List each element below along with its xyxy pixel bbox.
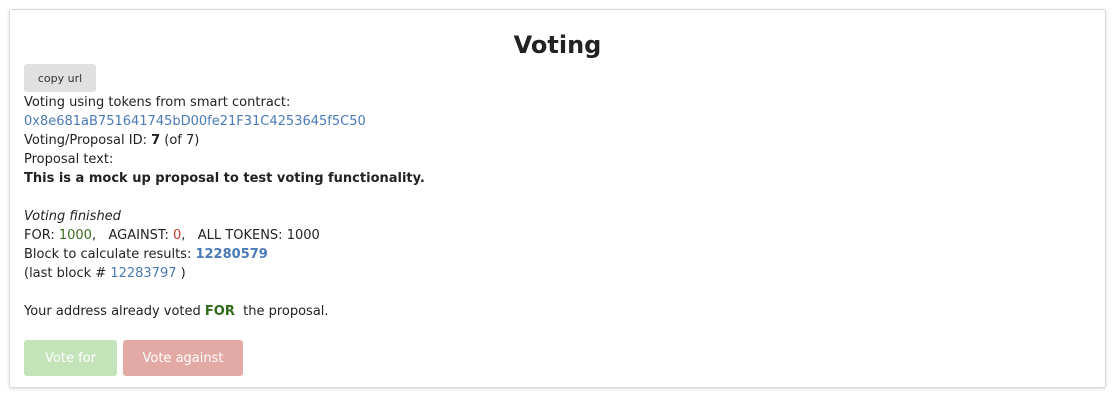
vote-against-button[interactable]: Vote against	[123, 340, 243, 376]
all-tokens-label: ALL TOKENS:	[197, 228, 287, 243]
proposal-id-label: Voting/Proposal ID:	[24, 133, 152, 148]
result-block-value[interactable]: 12280579	[195, 247, 267, 262]
last-block-line: (last block # 12283797 )	[24, 264, 1084, 283]
against-value: 0	[172, 228, 182, 243]
voting-details: Voting using tokens from smart contract:…	[24, 93, 1084, 321]
for-label: FOR:	[24, 228, 59, 243]
page-title: Voting	[513, 31, 602, 59]
copy-url-button[interactable]: copy url	[24, 64, 96, 92]
contract-address-link[interactable]: 0x8e681aB751641745bD00fe21F31C4253645f5C…	[24, 114, 366, 129]
against-label: AGAINST:	[108, 228, 173, 243]
vote-message-prefix: Your address already voted	[24, 304, 205, 319]
result-block-line: Block to calculate results: 12280579	[24, 245, 1084, 264]
last-block-suffix: )	[176, 266, 186, 281]
vote-buttons: Vote for Vote against	[24, 340, 243, 376]
voting-card: Voting copy url Voting using tokens from…	[9, 9, 1106, 388]
vote-message-suffix: the proposal.	[234, 304, 329, 319]
last-block-value[interactable]: 12283797	[110, 266, 176, 281]
result-block-label: Block to calculate results:	[24, 247, 196, 262]
for-value: 1000	[58, 228, 92, 243]
vote-for-button[interactable]: Vote for	[24, 340, 117, 376]
voting-status: Voting finished	[24, 209, 121, 224]
last-block-prefix: (last block #	[24, 266, 111, 281]
proposal-count: (of 7)	[164, 133, 200, 148]
vote-message: Your address already voted FOR the propo…	[24, 302, 1084, 321]
contract-label: Voting using tokens from smart contract:	[24, 95, 291, 110]
proposal-id-value: 7	[151, 133, 161, 148]
all-tokens-value: 1000	[286, 228, 320, 243]
vote-choice: FOR	[204, 304, 235, 319]
proposal-text-label: Proposal text:	[24, 152, 114, 167]
vote-tally: FOR: 1000, AGAINST: 0, ALL TOKENS: 1000	[24, 228, 320, 243]
proposal-text: This is a mock up proposal to test votin…	[24, 171, 425, 186]
proposal-id-line: Voting/Proposal ID: 7 (of 7)	[24, 131, 1084, 150]
